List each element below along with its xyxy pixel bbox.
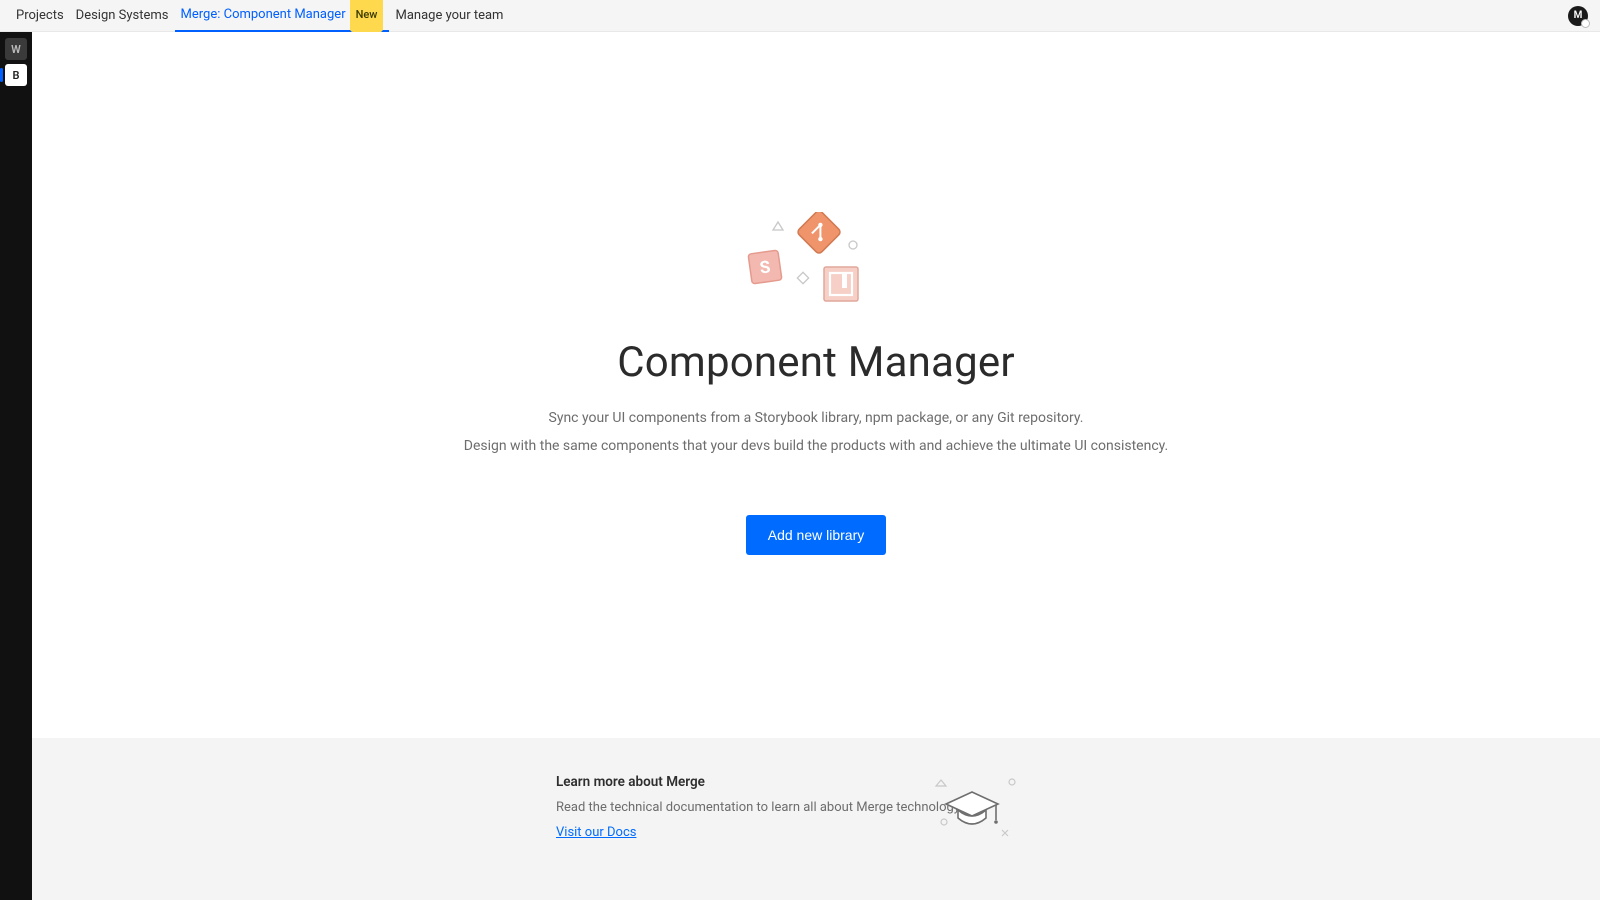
hero-illustration: S — [741, 212, 891, 312]
left-rail: W B — [0, 32, 32, 900]
nav-projects[interactable]: Projects — [10, 0, 70, 32]
nav-manage-team[interactable]: Manage your team — [389, 0, 509, 32]
learn-heading: Learn more about Merge — [556, 774, 1116, 790]
badge-new: New — [350, 0, 384, 32]
nav-merge[interactable]: Merge: Component Manager New — [175, 0, 390, 32]
add-library-button[interactable]: Add new library — [746, 515, 887, 555]
learn-more-section: Learn more about Merge Read the technica… — [32, 738, 1600, 900]
main-area: S Component Manager Sync your UI compone… — [32, 32, 1600, 900]
graduation-cap-icon — [916, 768, 1026, 852]
nav-merge-label: Merge: Component Manager — [181, 0, 346, 31]
rail-item-w[interactable]: W — [5, 38, 27, 60]
learn-body: Read the technical documentation to lear… — [556, 800, 1116, 815]
top-nav: Projects Design Systems Merge: Component… — [0, 0, 1600, 32]
hero-subtitle-2: Design with the same components that you… — [464, 435, 1168, 459]
rail-item-b[interactable]: B — [5, 64, 27, 86]
hero: S Component Manager Sync your UI compone… — [32, 32, 1600, 738]
hero-subtitle-1: Sync your UI components from a Storybook… — [549, 407, 1084, 431]
nav-design-systems[interactable]: Design Systems — [70, 0, 175, 32]
avatar[interactable]: M — [1568, 6, 1588, 26]
hero-title: Component Manager — [617, 338, 1015, 387]
learn-docs-link[interactable]: Visit our Docs — [556, 825, 636, 840]
